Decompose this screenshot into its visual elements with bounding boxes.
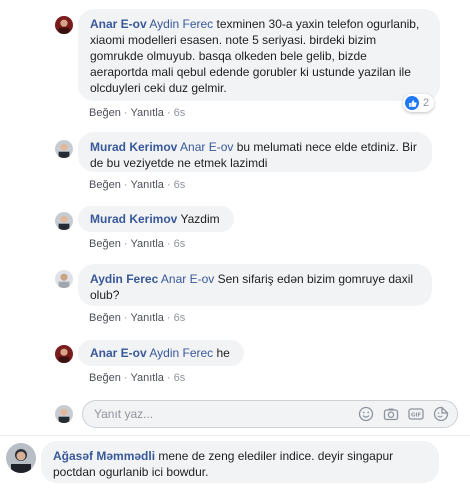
comment-author[interactable]: Ağasəf Məmmədli xyxy=(53,449,155,463)
comment-time[interactable]: 6s xyxy=(174,107,186,119)
comment-bubble: Anar E-ov Aydin Ferec he xyxy=(78,340,244,366)
comment-actions: Beğen · Yanıtla · 6s xyxy=(89,179,186,191)
reply-button[interactable]: Yanıtla xyxy=(130,372,163,384)
reply-input[interactable]: Yanıt yaz... GIF xyxy=(82,400,458,428)
comment-bubble: Ağasəf Məmmədli mene de zeng elediler in… xyxy=(41,441,439,483)
comment-mention[interactable]: Anar E-ov xyxy=(180,140,233,154)
comment-bubble: Murad Kerimov Yazdim xyxy=(78,206,234,232)
comment-bubble: Murad Kerimov Anar E-ov bu melumati nece… xyxy=(78,132,432,172)
reaction-count: 2 xyxy=(423,97,430,109)
comment-mention[interactable]: Aydin Ferec xyxy=(149,17,213,31)
comment-time[interactable]: 6s xyxy=(174,312,186,324)
emoji-icon[interactable] xyxy=(358,406,374,422)
comment-time[interactable]: 6s xyxy=(174,179,186,191)
reply-input-placeholder: Yanıt yaz... xyxy=(94,407,154,421)
comment-text: he xyxy=(213,346,230,360)
svg-text:GIF: GIF xyxy=(411,413,422,419)
camera-icon[interactable] xyxy=(383,406,399,422)
comment-actions: Beğen · Yanıtla · 6s xyxy=(89,312,186,324)
comment-mention[interactable]: Aydin Ferec xyxy=(149,346,213,360)
reply-button[interactable]: Yanıtla xyxy=(130,179,163,191)
comment-actions: Beğen · Yanıtla · 6s xyxy=(89,372,186,384)
avatar-anar[interactable] xyxy=(55,16,73,34)
comment-bubble: Anar E-ov Aydin Ferec texminen 30-a yaxi… xyxy=(78,9,440,101)
comment-time[interactable]: 6s xyxy=(174,372,186,384)
comment-author[interactable]: Murad Kerimov xyxy=(90,140,177,154)
current-user-avatar xyxy=(55,405,73,423)
gif-icon[interactable]: GIF xyxy=(408,406,424,422)
like-button[interactable]: Beğen xyxy=(89,107,121,119)
like-button[interactable]: Beğen xyxy=(89,238,121,250)
comment-author[interactable]: Anar E-ov xyxy=(90,346,147,360)
reaction-badge[interactable]: 2 xyxy=(403,94,435,112)
comment-text: Yazdim xyxy=(177,212,220,226)
avatar-murad[interactable] xyxy=(55,212,73,230)
avatar-aydin[interactable] xyxy=(55,270,73,288)
comment-mention[interactable]: Anar E-ov xyxy=(161,272,214,286)
comment-bubble: Aydin Ferec Anar E-ov Sen sifariş edən b… xyxy=(78,264,432,306)
avatar-agasef[interactable] xyxy=(6,443,36,473)
reply-button[interactable]: Yanıtla xyxy=(130,312,163,324)
avatar-murad[interactable] xyxy=(55,140,73,158)
like-button[interactable]: Beğen xyxy=(89,372,121,384)
comment-author[interactable]: Aydin Ferec xyxy=(90,272,158,286)
comment-time[interactable]: 6s xyxy=(174,238,186,250)
reply-button[interactable]: Yanıtla xyxy=(130,107,163,119)
like-button[interactable]: Beğen xyxy=(89,179,121,191)
like-icon xyxy=(405,96,419,110)
input-icon-bar: GIF xyxy=(358,406,449,422)
comment-author[interactable]: Anar E-ov xyxy=(90,17,147,31)
divider xyxy=(0,435,470,436)
comment-actions: Beğen · Yanıtla · 6s xyxy=(89,107,186,119)
like-button[interactable]: Beğen xyxy=(89,312,121,324)
avatar-anar[interactable] xyxy=(55,345,73,363)
comment-author[interactable]: Murad Kerimov xyxy=(90,212,177,226)
sticker-icon[interactable] xyxy=(433,406,449,422)
comment-actions: Beğen · Yanıtla · 6s xyxy=(89,238,186,250)
reply-button[interactable]: Yanıtla xyxy=(130,238,163,250)
